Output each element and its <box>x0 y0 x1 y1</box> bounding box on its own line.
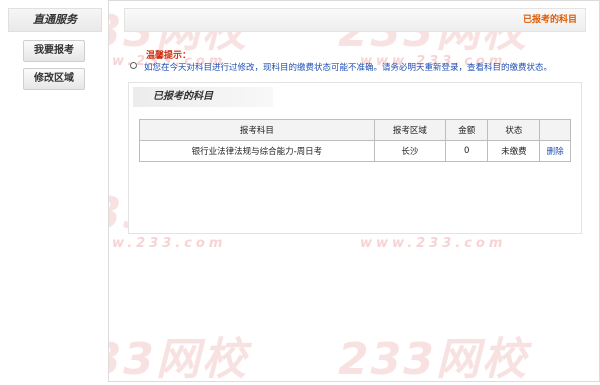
notice-title: 温馨提示： <box>146 51 192 61</box>
cell-subject: 银行业法律法规与综合能力-周日考 <box>139 140 375 162</box>
top-bar: 已报考的科目 <box>124 8 586 32</box>
page-title: 已报考的科目 <box>522 15 577 25</box>
table-header-row: 报考科目 报考区域 金额 状态 <box>139 119 571 141</box>
modify-region-button[interactable]: 修改区域 <box>23 68 85 90</box>
table-row: 银行业法律法规与综合能力-周日考 长沙 0 未缴费 删除 <box>139 140 571 162</box>
cell-region: 长沙 <box>373 140 447 162</box>
column-header-status: 状态 <box>487 119 541 141</box>
sidebar-title: 直通服务 <box>8 8 102 32</box>
cell-amount: 0 <box>445 140 489 162</box>
column-header-subject: 报考科目 <box>139 119 375 141</box>
column-header-amount: 金额 <box>445 119 489 141</box>
cell-status: 未缴费 <box>487 140 541 162</box>
registered-subjects-panel: 已报考的科目 报考科目 报考区域 金额 状态 银行业法律法规与综合能力-周日考 … <box>128 82 582 234</box>
notice-bullet-icon <box>130 62 137 69</box>
sidebar: 直通服务 我要报考 修改区域 <box>0 0 109 382</box>
delete-link[interactable]: 删除 <box>539 140 571 162</box>
subjects-table: 报考科目 报考区域 金额 状态 银行业法律法规与综合能力-周日考 长沙 0 未缴… <box>139 119 571 162</box>
notice-text: 如您在今天对科目进行过修改，现科目的缴费状态可能不准确。请务必明天重新登录，查看… <box>144 63 553 73</box>
column-header-region: 报考区域 <box>373 119 447 141</box>
register-exam-button[interactable]: 我要报考 <box>23 40 85 62</box>
column-header-action <box>539 119 571 141</box>
panel-title: 已报考的科目 <box>133 87 273 107</box>
